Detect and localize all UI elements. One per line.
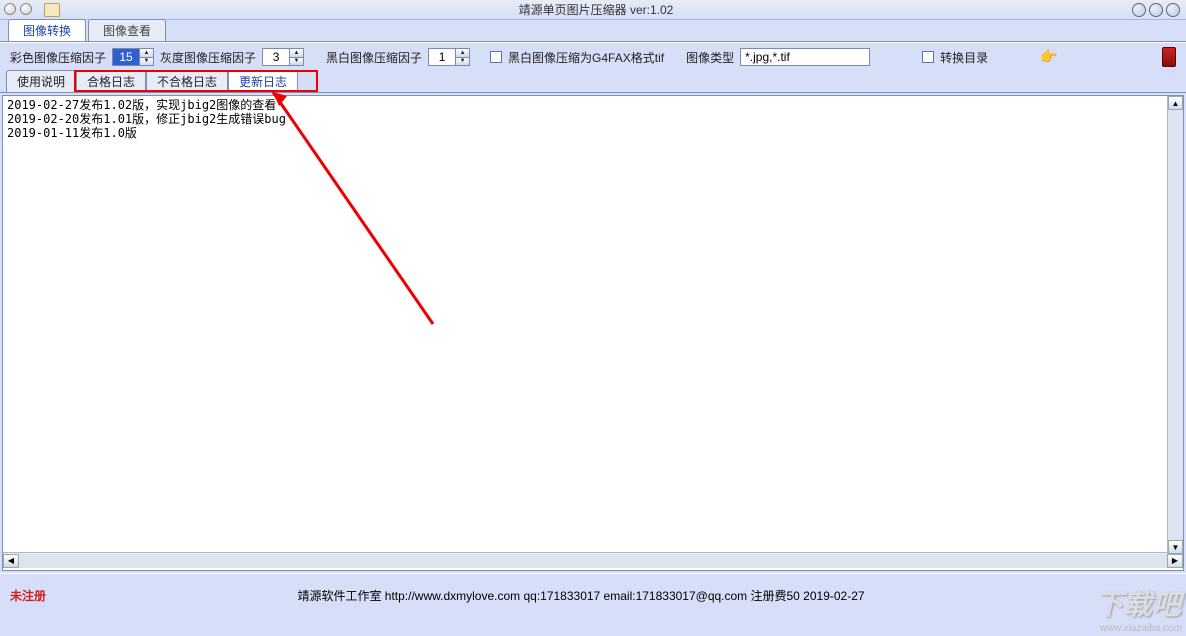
registration-status: 未注册 xyxy=(10,587,46,604)
action-button[interactable] xyxy=(1162,47,1176,67)
titlebar: 靖源单页图片压缩器 ver:1.02 xyxy=(0,0,1186,20)
convert-dir-checkbox[interactable] xyxy=(922,51,934,63)
tab-update-log[interactable]: 更新日志 xyxy=(228,70,298,92)
scroll-left-icon[interactable]: ◀ xyxy=(3,554,19,568)
sysmenu-icon[interactable] xyxy=(4,3,16,15)
scroll-right-icon[interactable]: ▶ xyxy=(1167,554,1183,568)
window-controls xyxy=(1132,3,1186,17)
bw-tif-checkbox[interactable] xyxy=(490,51,502,63)
footer-info: 靖源软件工作室 http://www.dxmylove.com qq:17183… xyxy=(46,587,1116,604)
image-type-input[interactable] xyxy=(740,48,870,66)
spinner-down-icon[interactable]: ▼ xyxy=(456,58,469,66)
window-title: 靖源单页图片压缩器 ver:1.02 xyxy=(60,1,1132,18)
gray-factor-label: 灰度图像压缩因子 xyxy=(160,49,256,66)
spinner-up-icon[interactable]: ▲ xyxy=(456,49,469,58)
bw-factor-input[interactable] xyxy=(429,49,455,65)
watermark-url: www.xiazaiba.com xyxy=(1095,623,1182,634)
color-factor-spinner[interactable]: ▲▼ xyxy=(112,48,154,66)
toolbar: 彩色图像压缩因子 ▲▼ 灰度图像压缩因子 ▲▼ 黑白图像压缩因子 ▲▼ 黑白图像… xyxy=(0,43,1186,71)
document-icon xyxy=(44,3,60,17)
minimize-button[interactable] xyxy=(1132,3,1146,17)
content-area: 2019-02-27发布1.02版，实现jbig2图像的查看 2019-02-2… xyxy=(2,95,1184,571)
scroll-up-icon[interactable]: ▲ xyxy=(1168,96,1183,110)
spinner-up-icon[interactable]: ▲ xyxy=(140,49,153,58)
log-text: 2019-02-27发布1.02版，实现jbig2图像的查看 2019-02-2… xyxy=(3,96,1183,552)
close-button[interactable] xyxy=(1166,3,1180,17)
tab-ng-log[interactable]: 不合格日志 xyxy=(146,70,228,92)
tab-image-convert[interactable]: 图像转换 xyxy=(8,19,86,41)
image-type-label: 图像类型 xyxy=(686,49,734,66)
tab-image-view[interactable]: 图像查看 xyxy=(88,19,166,41)
tab-ok-log[interactable]: 合格日志 xyxy=(76,70,146,92)
titlebar-left-icons xyxy=(0,3,60,17)
statusbar: 未注册 靖源软件工作室 http://www.dxmylove.com qq:1… xyxy=(0,573,1186,617)
sub-tabs: 使用说明 合格日志 不合格日志 更新日志 xyxy=(0,71,1186,93)
horizontal-scrollbar[interactable]: ◀ ▶ xyxy=(3,552,1183,568)
main-tabs: 图像转换 图像查看 xyxy=(0,20,1186,42)
scroll-track[interactable] xyxy=(1168,110,1183,540)
browse-dir-icon[interactable]: 👉 xyxy=(1040,48,1070,66)
vertical-scrollbar[interactable]: ▲ ▼ xyxy=(1167,96,1183,554)
color-factor-label: 彩色图像压缩因子 xyxy=(10,49,106,66)
scroll-down-icon[interactable]: ▼ xyxy=(1168,540,1183,554)
spinner-down-icon[interactable]: ▼ xyxy=(290,58,303,66)
watermark-logo: 下载吧 xyxy=(1095,583,1182,623)
tab-usage[interactable]: 使用说明 xyxy=(6,70,76,92)
spinner-down-icon[interactable]: ▼ xyxy=(140,58,153,66)
sysmenu-icon-2[interactable] xyxy=(20,3,32,15)
maximize-button[interactable] xyxy=(1149,3,1163,17)
color-factor-input[interactable] xyxy=(113,49,139,65)
watermark: 下载吧 www.xiazaiba.com xyxy=(1095,583,1182,634)
bw-tif-label: 黑白图像压缩为G4FAX格式tif xyxy=(508,49,664,66)
scroll-track[interactable] xyxy=(19,554,1167,568)
bw-factor-spinner[interactable]: ▲▼ xyxy=(428,48,470,66)
gray-factor-spinner[interactable]: ▲▼ xyxy=(262,48,304,66)
spinner-up-icon[interactable]: ▲ xyxy=(290,49,303,58)
bw-factor-label: 黑白图像压缩因子 xyxy=(326,49,422,66)
gray-factor-input[interactable] xyxy=(263,49,289,65)
convert-dir-label: 转换目录 xyxy=(940,49,988,66)
